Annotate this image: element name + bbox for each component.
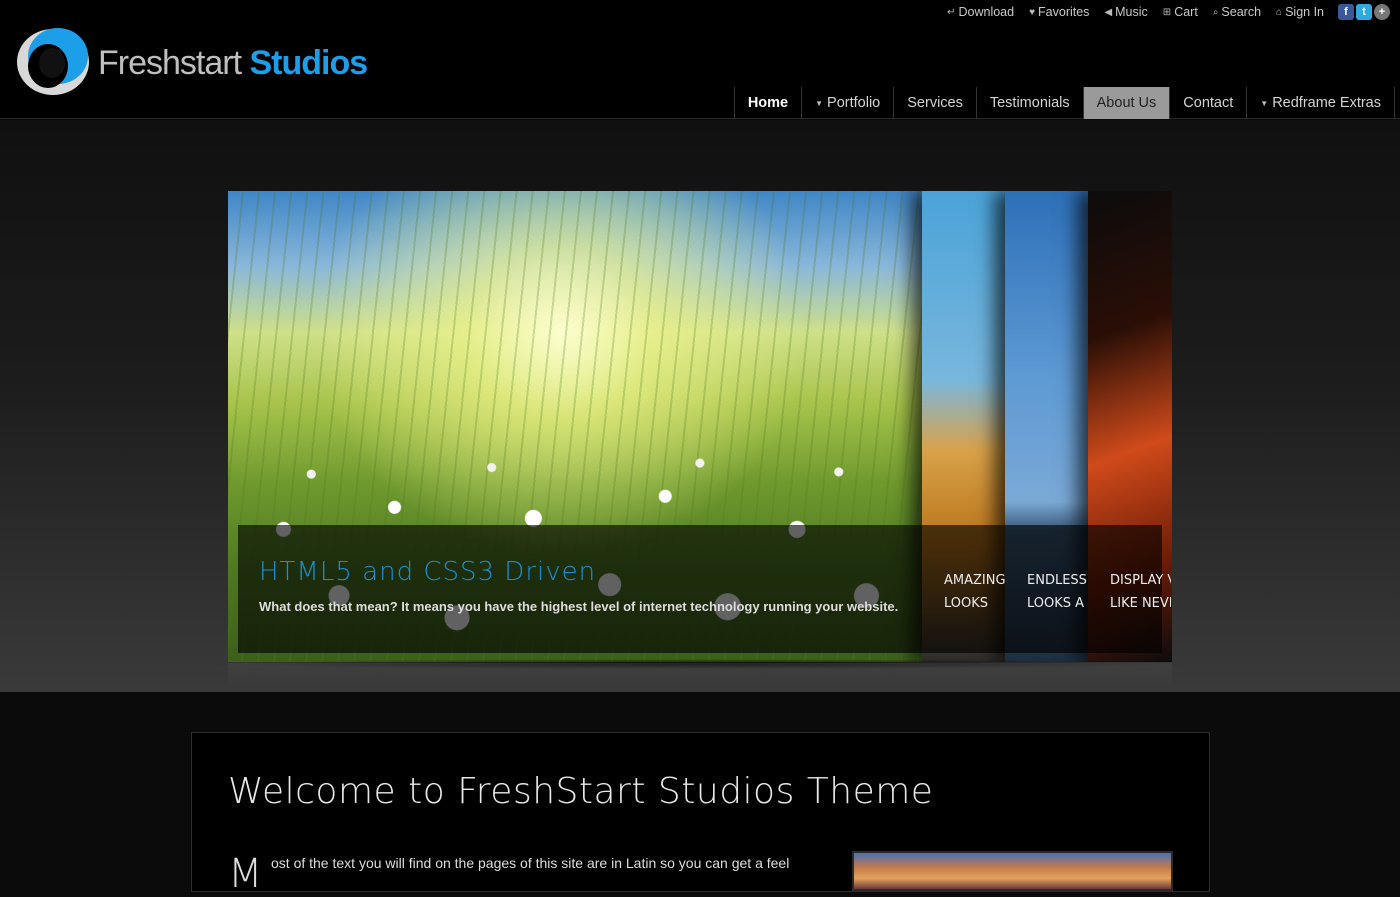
topbar-label: Cart	[1174, 5, 1198, 19]
topbar-label: Music	[1115, 5, 1148, 19]
nav-label: Testimonials	[989, 95, 1070, 111]
topbar-label: Favorites	[1038, 5, 1090, 19]
speaker-icon: ◀	[1104, 6, 1113, 18]
search-icon: ⌕	[1212, 6, 1219, 18]
topbar-label: Download	[958, 5, 1015, 19]
nav-redframe-extras[interactable]: ▼ Redframe Extras	[1247, 87, 1395, 119]
thumb-caption-line: LIKE NEVE	[1110, 596, 1171, 611]
nav-testimonials[interactable]: Testimonials	[977, 87, 1084, 119]
nav-label: Services	[907, 95, 963, 111]
logo-mark-icon	[17, 28, 89, 95]
thumb-caption-line: DISPLAY V	[1110, 573, 1171, 588]
thumb-caption-line: LOOKS	[944, 596, 989, 611]
image-slider[interactable]: HTML5 and CSS3 Driven What does that mea…	[228, 191, 1172, 662]
logo-word-1: Freshstart	[98, 44, 242, 82]
nav-contact[interactable]: Contact	[1170, 87, 1248, 119]
home-icon: ⌂	[1276, 6, 1283, 18]
thumb-caption-line: LOOKS A	[1027, 596, 1085, 611]
topbar-music-link[interactable]: ◀ Music	[1104, 5, 1147, 19]
site-header: Freshstart Studios ↵ Download ♥ Favorite…	[0, 0, 1400, 119]
cart-icon: ⊞	[1162, 6, 1172, 18]
heart-icon: ♥	[1029, 6, 1036, 18]
nav-label: Home	[747, 95, 789, 111]
site-logo[interactable]: Freshstart Studios	[14, 20, 374, 102]
nav-about-us[interactable]: About Us	[1083, 87, 1171, 119]
facebook-icon[interactable]: f	[1338, 4, 1354, 20]
social-links: f t +	[1338, 4, 1390, 20]
thumb-caption-3: DISPLAY V LIKE NEVE	[1088, 569, 1171, 615]
topbar-favorites-link[interactable]: ♥ Favorites	[1029, 5, 1089, 19]
topbar-signin-link[interactable]: ⌂ Sign In	[1276, 5, 1324, 19]
topbar-cart-link[interactable]: ⊞ Cart	[1163, 5, 1198, 19]
nav-services[interactable]: Services	[894, 87, 977, 119]
logo-wordmark: Freshstart Studios	[98, 44, 369, 83]
nav-label: Contact	[1183, 95, 1234, 111]
plus-icon[interactable]: +	[1374, 4, 1390, 20]
nav-label: Portfolio	[827, 95, 881, 111]
thumb-caption-line: ENDLESS P	[1027, 573, 1088, 588]
topbar-label: Sign In	[1285, 5, 1324, 19]
topbar-label: Search	[1221, 5, 1262, 19]
main-nav: Home ▼ Portfolio Services Testimonials A…	[733, 87, 1395, 119]
slide-subtitle: What does that mean? It means you have t…	[259, 599, 899, 614]
nav-portfolio[interactable]: ▼ Portfolio	[802, 87, 895, 119]
thumb-caption-1: AMAZING LOOKS	[922, 569, 1005, 615]
thumb-caption-2: ENDLESS P LOOKS A	[1005, 569, 1088, 615]
thumb-caption-line: AMAZING	[944, 573, 1005, 588]
caret-down-icon: ▼	[815, 98, 824, 108]
slider-reflection	[228, 663, 1172, 687]
intro-paragraph: ost of the text you will find on the pag…	[271, 855, 790, 871]
logo-word-2: Studios	[249, 44, 369, 82]
topbar-download-link[interactable]: ↵ Download	[947, 5, 1014, 19]
slide-title: HTML5 and CSS3 Driven	[259, 557, 597, 587]
page-title: Welcome to FreshStart Studios Theme	[228, 771, 934, 812]
topbar-search-link[interactable]: ⌕ Search	[1213, 5, 1261, 19]
nav-label: Redframe Extras	[1272, 95, 1381, 111]
drop-cap: M	[228, 851, 263, 897]
twitter-icon[interactable]: t	[1356, 4, 1372, 20]
utility-bar: ↵ Download ♥ Favorites ◀ Music ⊞ Cart ⌕ …	[932, 3, 1390, 21]
nav-label: About Us	[1096, 95, 1157, 111]
caret-down-icon: ▼	[1260, 98, 1269, 108]
nav-home[interactable]: Home	[735, 87, 803, 119]
content-panel: Welcome to FreshStart Studios Theme M os…	[191, 732, 1210, 897]
sunset-image	[852, 851, 1173, 891]
download-icon: ↵	[947, 6, 956, 18]
